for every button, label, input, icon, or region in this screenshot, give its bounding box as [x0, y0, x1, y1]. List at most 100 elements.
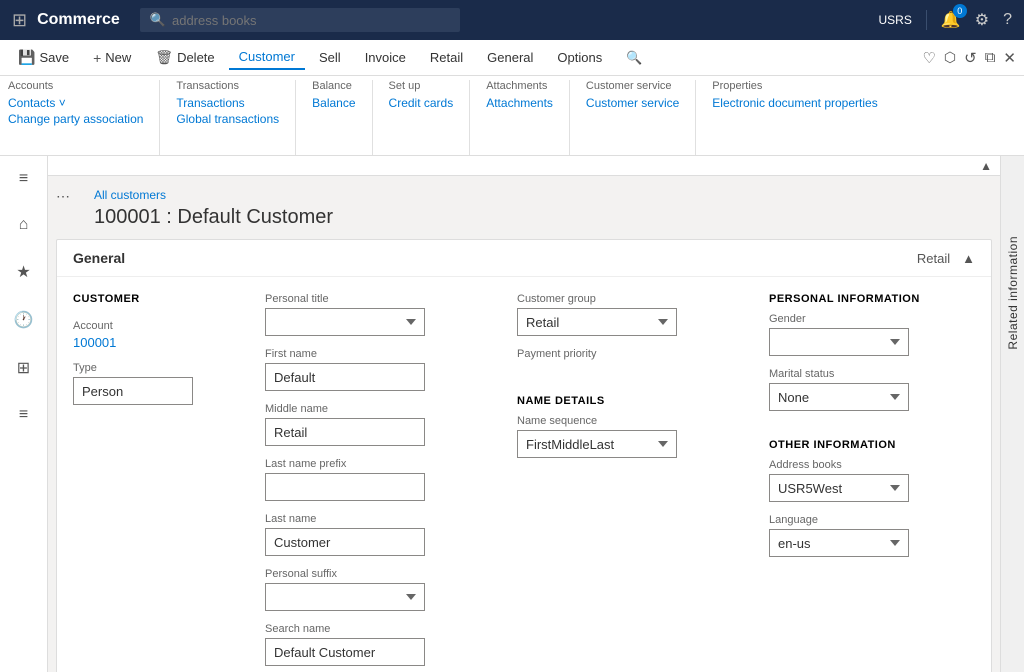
collapse-chevron-icon[interactable]: ▲: [962, 251, 975, 266]
address-books-label: Address books: [769, 459, 989, 471]
ribbon-electronic-doc-link[interactable]: Electronic document properties: [712, 96, 877, 110]
sidebar-home-icon[interactable]: ⌂: [13, 210, 35, 240]
sidebar-menu-icon[interactable]: ≡: [13, 164, 34, 194]
breadcrumb[interactable]: All customers: [78, 180, 992, 204]
ribbon-balance-group: Balance Balance: [312, 80, 372, 155]
content-area: ≡ ⌂ ★ 🕐 ⊞ ≡ ▲ ⋯ All customers 100001 : D…: [0, 156, 1024, 672]
new-button[interactable]: + New: [83, 46, 141, 70]
address-books-select[interactable]: USR5West: [769, 474, 909, 502]
search-box[interactable]: 🔍: [140, 8, 460, 32]
name-details-label: NAME DETAILS: [517, 395, 737, 407]
office-icon[interactable]: ⬡: [944, 49, 956, 66]
ribbon-setup-group: Set up Credit cards: [389, 80, 471, 155]
language-label: Language: [769, 514, 989, 526]
customer-group-col: Customer group Retail Payment priority N…: [517, 293, 737, 672]
account-value[interactable]: 100001: [73, 335, 233, 350]
marital-status-select[interactable]: None: [769, 383, 909, 411]
sidebar-star-icon[interactable]: ★: [10, 256, 36, 288]
search-button[interactable]: 🔍: [616, 46, 652, 70]
right-sidebar[interactable]: Related information: [1000, 156, 1024, 672]
notification-bell[interactable]: 🔔 0: [941, 10, 961, 30]
top-bar-right: USRS 🔔 0 ⚙ ?: [878, 10, 1012, 30]
ribbon-contacts-link[interactable]: Contacts ˅: [8, 96, 143, 110]
payment-priority-label: Payment priority: [517, 348, 737, 360]
ribbon-customer-service-link[interactable]: Customer service: [586, 96, 679, 110]
settings-icon[interactable]: ⚙: [975, 10, 989, 30]
general-tab[interactable]: General: [477, 46, 543, 69]
gender-select[interactable]: [769, 328, 909, 356]
personal-suffix-select[interactable]: [265, 583, 425, 611]
refresh-icon[interactable]: ↺: [964, 49, 977, 67]
sidebar-list-icon[interactable]: ≡: [13, 400, 34, 430]
middle-name-input[interactable]: [265, 418, 425, 446]
name-sequence-select[interactable]: FirstMiddleLast: [517, 430, 677, 458]
ribbon-setup-title: Set up: [389, 80, 454, 92]
close-icon[interactable]: ✕: [1003, 49, 1016, 67]
ribbon: Accounts Contacts ˅ Change party associa…: [0, 76, 1024, 156]
last-name-prefix-input[interactable]: [265, 473, 425, 501]
sidebar-grid-icon[interactable]: ⊞: [11, 352, 36, 384]
sell-tab[interactable]: Sell: [309, 46, 351, 69]
favorite-icon[interactable]: ♡: [922, 49, 935, 67]
collapse-up-icon[interactable]: ▲: [980, 159, 992, 173]
ribbon-accounts-group: Accounts Contacts ˅ Change party associa…: [8, 80, 160, 155]
options-tab[interactable]: Options: [547, 46, 612, 69]
type-label: Type: [73, 362, 233, 374]
separator: [926, 10, 927, 30]
name-sequence-field: Name sequence FirstMiddleLast: [517, 415, 737, 458]
customer-section-label: CUSTOMER: [73, 293, 233, 305]
action-bar-right: ♡ ⬡ ↺ ⧉ ✕: [922, 49, 1016, 67]
ribbon-transactions-items: Transactions Global transactions: [176, 96, 279, 126]
search-icon: 🔍: [150, 12, 166, 28]
last-name-field: Last name: [265, 513, 485, 556]
retail-tab[interactable]: Retail: [420, 46, 473, 69]
ribbon-global-transactions-link[interactable]: Global transactions: [176, 112, 279, 126]
general-section-right: Retail ▲: [917, 251, 975, 266]
user-label: USRS: [878, 13, 911, 27]
general-section-body: CUSTOMER Account 100001 Type: [57, 277, 991, 672]
grid-icon[interactable]: ⊞: [12, 10, 27, 31]
ribbon-balance-link[interactable]: Balance: [312, 96, 355, 110]
expand-icon[interactable]: ⧉: [985, 49, 996, 66]
invoice-tab[interactable]: Invoice: [355, 46, 416, 69]
action-bar: 💾 Save + New 🗑 Delete Customer Sell Invo…: [0, 40, 1024, 76]
save-button[interactable]: 💾 Save: [8, 45, 79, 70]
marital-status-label: Marital status: [769, 368, 989, 380]
name-details-block: NAME DETAILS Name sequence FirstMiddleLa…: [517, 395, 737, 470]
customer-group-select[interactable]: Retail: [517, 308, 677, 336]
filter-icon[interactable]: ⋯: [56, 188, 70, 205]
account-field: Account 100001: [73, 320, 233, 350]
search-name-input[interactable]: [265, 638, 425, 666]
search-input[interactable]: [172, 13, 450, 28]
ribbon-transactions-link[interactable]: Transactions: [176, 96, 279, 110]
general-section-header[interactable]: General Retail ▲: [57, 240, 991, 277]
ribbon-change-party-link[interactable]: Change party association: [8, 112, 143, 126]
last-name-input[interactable]: [265, 528, 425, 556]
ribbon-credit-cards-link[interactable]: Credit cards: [389, 96, 454, 110]
gender-field: Gender: [769, 313, 989, 356]
first-name-input[interactable]: [265, 363, 425, 391]
delete-button[interactable]: 🗑 Delete: [145, 45, 224, 70]
personal-info-label: PERSONAL INFORMATION: [769, 293, 989, 305]
last-name-prefix-field: Last name prefix: [265, 458, 485, 501]
form-columns: CUSTOMER Account 100001 Type: [73, 293, 975, 672]
ribbon-customer-service-title: Customer service: [586, 80, 679, 92]
help-icon[interactable]: ?: [1003, 11, 1012, 29]
customer-tab[interactable]: Customer: [229, 45, 305, 70]
type-input[interactable]: [73, 377, 193, 405]
customer-col: CUSTOMER Account 100001 Type: [73, 293, 233, 672]
customer-group-label: CUSTOMER: [73, 293, 233, 308]
personal-title-select[interactable]: [265, 308, 425, 336]
customer-group-field-label: Customer group: [517, 293, 737, 305]
other-info-label: OTHER INFORMATION: [769, 439, 989, 451]
ribbon-attachments-group: Attachments Attachments: [486, 80, 570, 155]
first-name-label: First name: [265, 348, 485, 360]
language-select[interactable]: en-us: [769, 529, 909, 557]
ribbon-balance-title: Balance: [312, 80, 355, 92]
name-sequence-label: Name sequence: [517, 415, 737, 427]
sidebar-clock-icon[interactable]: 🕐: [8, 304, 40, 336]
ribbon-properties-title: Properties: [712, 80, 877, 92]
ribbon-attachments-link[interactable]: Attachments: [486, 96, 553, 110]
page-title: 100001 : Default Customer: [78, 204, 992, 239]
personal-title-label: Personal title: [265, 293, 485, 305]
